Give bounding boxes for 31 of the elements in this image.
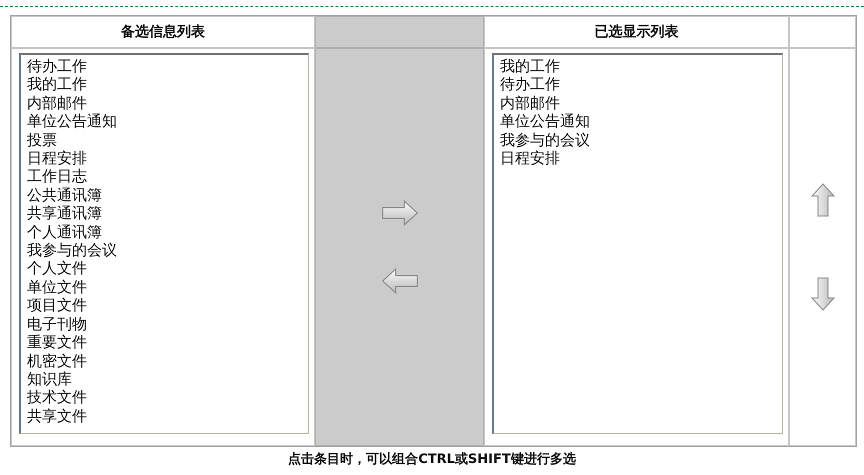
list-item[interactable]: 单位公告通知 — [500, 112, 590, 131]
list-item[interactable]: 知识库 — [27, 370, 72, 388]
list-item[interactable]: 日程安排 — [27, 149, 87, 168]
list-item[interactable]: 日程安排 — [500, 149, 560, 168]
list-item[interactable]: 我参与的会议 — [500, 130, 590, 150]
list-item[interactable]: 内部邮件 — [500, 94, 560, 112]
list-item[interactable]: 技术文件 — [27, 388, 87, 407]
list-item[interactable]: 项目文件 — [27, 296, 87, 315]
list-item[interactable]: 共享通讯簿 — [27, 204, 102, 223]
list-item[interactable]: 单位文件 — [27, 278, 87, 296]
list-item[interactable]: 内部邮件 — [27, 94, 87, 112]
list-item[interactable]: 机密文件 — [27, 352, 87, 370]
list-item[interactable]: 共享文件 — [27, 406, 87, 426]
column-header: 已选显示列表 — [484, 16, 789, 48]
list-item[interactable]: 重要文件 — [27, 333, 87, 352]
hint-text: 点击条目时，可以组合CTRL或SHIFT键进行多选 — [287, 451, 577, 468]
list-item[interactable]: 公共通讯簿 — [27, 186, 102, 204]
list-item[interactable]: 待办工作 — [500, 75, 560, 94]
list-item[interactable]: 个人文件 — [27, 259, 87, 278]
list-item[interactable]: 投票 — [27, 130, 57, 150]
list-item[interactable]: 单位公告通知 — [27, 112, 117, 131]
list-item[interactable]: 个人通讯簿 — [27, 222, 102, 242]
list-item[interactable]: 待办工作 — [27, 57, 87, 76]
list-box[interactable]: 我的工作 待办工作 内部邮件 单位公告通知 我参与的会议 日程安排 — [492, 53, 783, 434]
list-item[interactable]: 我的工作 — [27, 75, 87, 94]
column-header: 备选信息列表 — [11, 16, 315, 48]
list-item[interactable]: 我的工作 — [500, 57, 560, 76]
list-item[interactable]: 我参与的会议 — [27, 241, 117, 260]
list-item[interactable]: 工作日志 — [27, 167, 87, 186]
list-item[interactable]: 电子刊物 — [27, 314, 87, 334]
list-box[interactable]: 待办工作 我的工作 内部邮件 单位公告通知 投票 日程安排 工作日志 公共通讯簿 共享通讯簿 个人通讯簿 我参与的会议 个人文件 单位文件 项目文件 电子刊物 重要文件 机密文件 知识库 技术文件 共享文件 — [19, 53, 309, 434]
